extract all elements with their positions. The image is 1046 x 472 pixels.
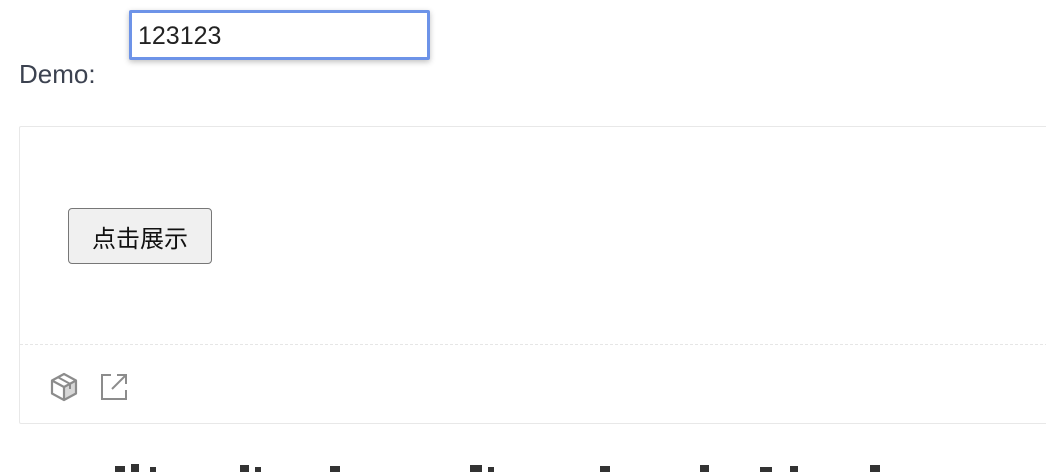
page: Demo: 点击展示	[0, 0, 1046, 472]
demo-container: 点击展示	[19, 126, 1046, 424]
cut-off-text-line	[0, 458, 1046, 472]
demo-label: Demo:	[19, 59, 96, 89]
demo-actions-bar	[20, 345, 1046, 425]
show-button[interactable]: 点击展示	[68, 208, 212, 264]
codesandbox-icon[interactable]	[48, 371, 80, 403]
text-input[interactable]	[129, 10, 430, 60]
demo-preview: 点击展示	[20, 127, 1046, 345]
external-link-icon[interactable]	[98, 371, 130, 403]
